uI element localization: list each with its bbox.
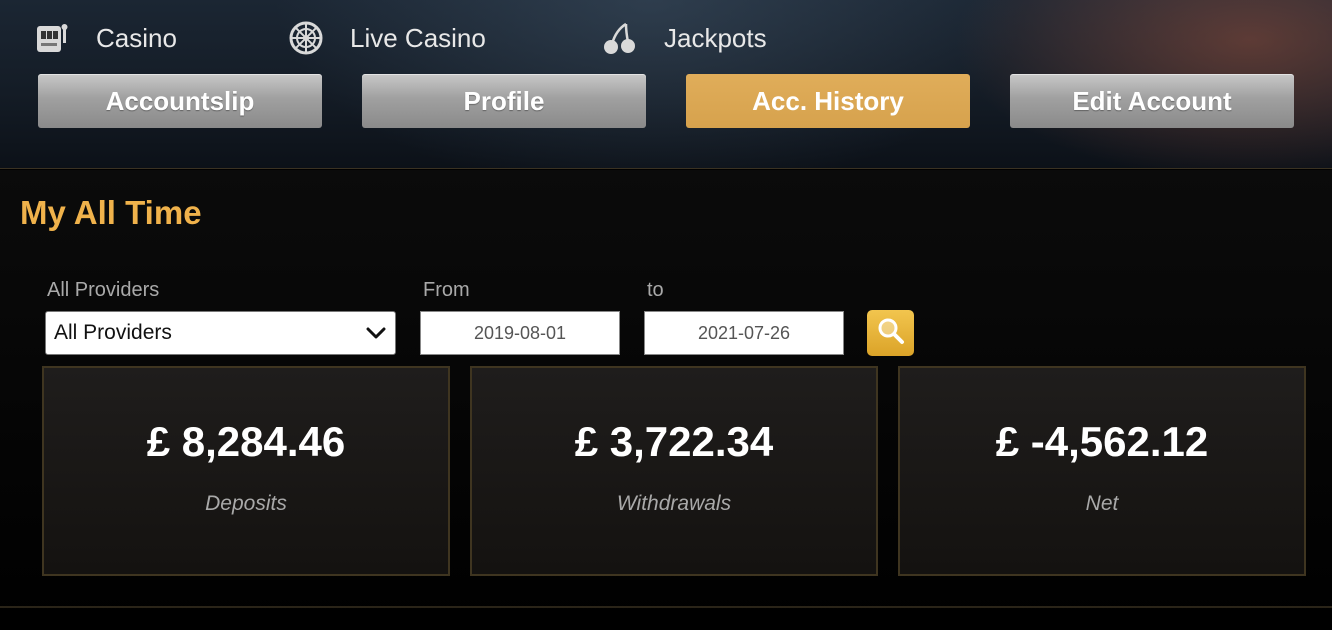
to-date-label: to <box>647 279 664 301</box>
divider <box>0 606 1332 608</box>
net-caption: Net <box>1085 492 1119 515</box>
nav-live-casino-label: Live Casino <box>350 22 486 53</box>
cherries-icon <box>602 20 638 56</box>
tab-accountslip[interactable]: Accountslip <box>38 74 322 128</box>
chevron-down-icon <box>365 322 387 344</box>
net-amount: £ -4,562.12 <box>995 418 1209 465</box>
withdrawals-caption: Withdrawals <box>616 492 732 515</box>
roulette-wheel-icon <box>288 20 324 56</box>
deposits-caption: Deposits <box>205 492 287 515</box>
magnifier-icon <box>876 316 906 351</box>
tab-edit-account[interactable]: Edit Account <box>1010 74 1294 128</box>
nav-jackpots[interactable]: Jackpots <box>602 18 767 58</box>
account-tabs: Accountslip Profile Acc. History Edit Ac… <box>0 74 1332 128</box>
section-title: My All Time <box>20 194 202 231</box>
search-button[interactable] <box>867 310 914 356</box>
provider-select-value: All Providers <box>54 321 172 344</box>
withdrawals-card: £ 3,722.34 Withdrawals <box>470 366 878 576</box>
account-history-section: My All Time All Providers From to All Pr… <box>0 170 1332 630</box>
top-nav: Casino Live Casino Jackpots <box>0 18 1332 58</box>
tab-acc-history[interactable]: Acc. History <box>686 74 970 128</box>
provider-filter-label: All Providers <box>47 279 160 301</box>
tab-profile[interactable]: Profile <box>362 74 646 128</box>
deposits-amount: £ 8,284.46 <box>146 418 346 465</box>
provider-select[interactable]: All Providers <box>45 311 396 355</box>
nav-casino-label: Casino <box>96 22 177 53</box>
header-banner: Casino Live Casino Jackpots Accountslip … <box>0 0 1332 169</box>
net-card: £ -4,562.12 Net <box>898 366 1306 576</box>
from-date-label: From <box>423 279 470 301</box>
from-date-input[interactable]: 2019-08-01 <box>420 311 620 355</box>
nav-casino[interactable]: Casino <box>34 18 177 58</box>
nav-jackpots-label: Jackpots <box>664 22 767 53</box>
nav-live-casino[interactable]: Live Casino <box>288 18 486 58</box>
withdrawals-amount: £ 3,722.34 <box>574 418 774 465</box>
to-date-input[interactable]: 2021-07-26 <box>644 311 844 355</box>
slot-machine-icon <box>34 20 70 56</box>
deposits-card: £ 8,284.46 Deposits <box>42 366 450 576</box>
